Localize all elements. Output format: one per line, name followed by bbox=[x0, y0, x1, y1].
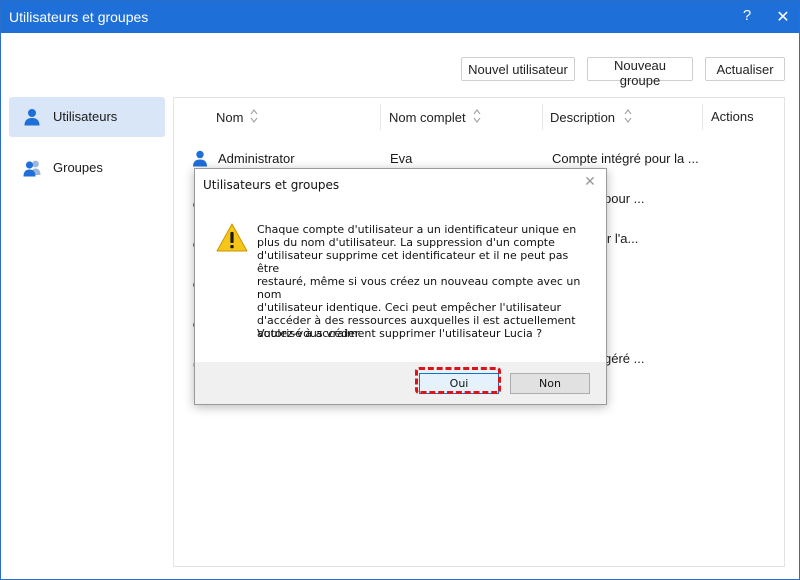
yes-button[interactable]: Oui bbox=[419, 373, 499, 394]
sidebar-item-label: Utilisateurs bbox=[53, 109, 118, 124]
full-name-cell: Eva bbox=[390, 151, 413, 166]
column-header-actions: Actions bbox=[711, 98, 781, 136]
new-user-button[interactable]: Nouvel utilisateur bbox=[461, 57, 575, 81]
column-divider bbox=[542, 104, 543, 130]
user-icon bbox=[24, 109, 40, 126]
column-divider bbox=[702, 104, 703, 130]
message-line: d'utilisateur supprime cet identificateu… bbox=[257, 249, 569, 275]
title-bar: Utilisateurs et groupes ? ✕ bbox=[1, 1, 799, 33]
dialog-message: Chaque compte d'utilisateur a un identif… bbox=[257, 223, 587, 340]
column-divider bbox=[380, 104, 381, 130]
description-cell: Compte intégré pour la ... bbox=[552, 151, 699, 166]
user-icon bbox=[193, 150, 207, 167]
confirmation-question: Voulez-vous vraiment supprimer l'utilisa… bbox=[257, 327, 543, 340]
dialog-title: Utilisateurs et groupes bbox=[203, 178, 340, 192]
column-header-description[interactable]: Description bbox=[550, 98, 700, 136]
message-line: restauré, même si vous créez un nouveau … bbox=[257, 275, 581, 301]
refresh-button[interactable]: Actualiser bbox=[705, 57, 785, 81]
no-button[interactable]: Non bbox=[510, 373, 590, 394]
group-icon bbox=[23, 160, 41, 177]
column-header-label: Nom bbox=[216, 110, 244, 125]
message-line: d'utilisateur identique. Ceci peut empêc… bbox=[257, 301, 562, 314]
help-icon[interactable]: ? bbox=[739, 7, 755, 27]
close-icon[interactable]: ✕ bbox=[581, 174, 599, 192]
column-header-label: Nom complet bbox=[389, 110, 466, 125]
sidebar-item-users[interactable]: Utilisateurs bbox=[9, 97, 165, 137]
sort-icon[interactable] bbox=[624, 108, 632, 124]
warning-icon bbox=[216, 223, 248, 252]
column-header-label: Description bbox=[550, 110, 616, 125]
window-title: Utilisateurs et groupes bbox=[9, 9, 149, 25]
dialog-footer: Oui Non bbox=[195, 362, 606, 404]
message-line: plus du nom d'utilisateur. La suppressio… bbox=[257, 236, 555, 249]
sidebar-item-groups[interactable]: Groupes bbox=[9, 148, 165, 188]
sidebar-item-label: Groupes bbox=[53, 160, 103, 175]
sort-icon[interactable] bbox=[473, 108, 481, 124]
message-line: d'accéder à des ressources auxquelles il… bbox=[257, 314, 576, 327]
user-name-cell: Administrator bbox=[218, 151, 295, 166]
new-group-button[interactable]: Nouveau groupe bbox=[587, 57, 693, 88]
column-header-label: Actions bbox=[711, 109, 754, 124]
delete-user-dialog: Utilisateurs et groupes ✕ Chaque compte … bbox=[194, 168, 607, 405]
column-header-name[interactable]: Nom bbox=[216, 98, 376, 136]
column-header-full-name[interactable]: Nom complet bbox=[389, 98, 539, 136]
sort-icon[interactable] bbox=[250, 108, 258, 124]
message-line: Chaque compte d'utilisateur a un identif… bbox=[257, 223, 577, 236]
close-icon[interactable]: ✕ bbox=[773, 7, 793, 27]
